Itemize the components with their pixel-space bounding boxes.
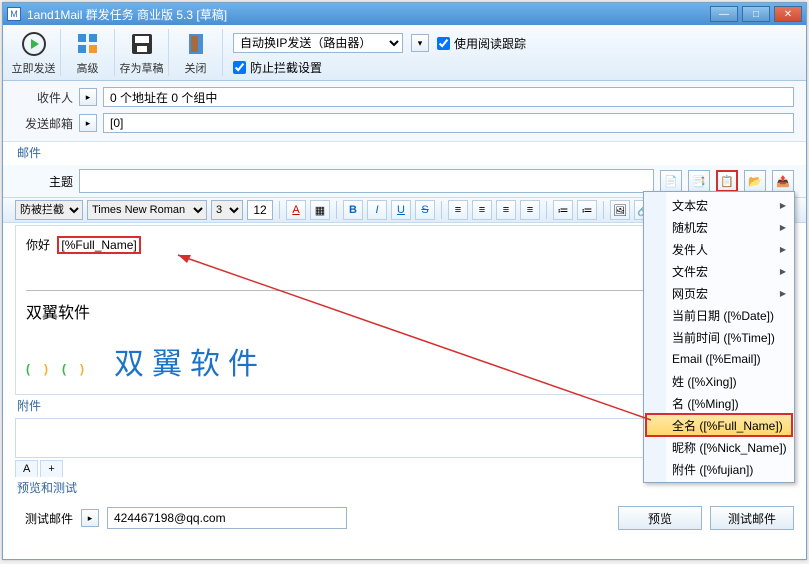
subject-input[interactable] bbox=[79, 169, 654, 193]
font-size-select[interactable]: 3 bbox=[211, 200, 243, 220]
close-window-button[interactable]: ✕ bbox=[774, 6, 802, 22]
test-email-input[interactable] bbox=[107, 507, 347, 529]
save-icon bbox=[128, 30, 156, 58]
ip-mode-expand-button[interactable]: ▾ bbox=[411, 34, 429, 52]
export-icon[interactable]: 📤 bbox=[772, 170, 794, 192]
subject-label: 主题 bbox=[15, 173, 73, 190]
menu-fullname[interactable]: 全名 ([%Full_Name]) bbox=[646, 414, 792, 436]
title-bar: M 1and1Mail 群发任务 商业版 5.3 [草稿] — □ ✕ bbox=[3, 3, 806, 25]
ip-mode-select[interactable]: 自动换IP发送（路由器） bbox=[233, 33, 403, 53]
italic-button[interactable]: I bbox=[367, 200, 387, 220]
highlight-button[interactable]: ▦ bbox=[310, 200, 330, 220]
recipient-expand-button[interactable]: ▸ bbox=[79, 88, 97, 106]
editor-macro-fullname: [%Full_Name] bbox=[57, 236, 140, 254]
grid-icon bbox=[74, 30, 102, 58]
send-now-label: 立即发送 bbox=[12, 60, 56, 76]
minimize-button[interactable]: — bbox=[710, 6, 738, 22]
menu-time[interactable]: 当前时间 ([%Time]) bbox=[646, 326, 792, 348]
svg-text:(: ( bbox=[62, 362, 66, 376]
menu-web-macro[interactable]: 网页宏 bbox=[646, 282, 792, 304]
sender-label: 发送邮箱 bbox=[15, 115, 73, 132]
list-ul-button[interactable]: ≔ bbox=[577, 200, 597, 220]
main-toolbar: 立即发送 高级 存为草稿 关闭 自动换IP发送（路由器） ▾ bbox=[3, 25, 806, 81]
font-select[interactable]: Times New Roman bbox=[87, 200, 207, 220]
bold-button[interactable]: B bbox=[343, 200, 363, 220]
window-title: 1and1Mail 群发任务 商业版 5.3 [草稿] bbox=[27, 6, 710, 23]
close-button[interactable]: 关闭 bbox=[169, 29, 223, 76]
insert-macro-button[interactable]: 📋 bbox=[716, 170, 738, 192]
menu-nick[interactable]: 昵称 ([%Nick_Name]) bbox=[646, 436, 792, 458]
advanced-button[interactable]: 高级 bbox=[61, 29, 115, 76]
block-intercept-label: 防止拦截设置 bbox=[250, 59, 322, 76]
mail-section-label: 邮件 bbox=[17, 144, 806, 161]
menu-text-macro[interactable]: 文本宏 bbox=[646, 194, 792, 216]
preview-button[interactable]: 预览 bbox=[618, 506, 702, 530]
copy-page-icon[interactable]: 📑 bbox=[688, 170, 710, 192]
folder-icon[interactable]: 📂 bbox=[744, 170, 766, 192]
tab-add[interactable]: + bbox=[40, 460, 62, 477]
menu-email[interactable]: Email ([%Email]) bbox=[646, 348, 792, 370]
image-button[interactable]: 🖼 bbox=[610, 200, 630, 220]
align-left-button[interactable]: ≡ bbox=[448, 200, 468, 220]
svg-text:): ) bbox=[44, 362, 48, 376]
menu-ming[interactable]: 名 ([%Ming]) bbox=[646, 392, 792, 414]
send-now-button[interactable]: 立即发送 bbox=[7, 29, 61, 76]
menu-xing[interactable]: 姓 ([%Xing]) bbox=[646, 370, 792, 392]
menu-date[interactable]: 当前日期 ([%Date]) bbox=[646, 304, 792, 326]
align-right-button[interactable]: ≡ bbox=[496, 200, 516, 220]
save-draft-button[interactable]: 存为草稿 bbox=[115, 29, 169, 76]
menu-sender[interactable]: 发件人 bbox=[646, 238, 792, 260]
advanced-label: 高级 bbox=[77, 60, 99, 76]
read-track-label: 使用阅读跟踪 bbox=[454, 35, 526, 52]
play-icon bbox=[20, 30, 48, 58]
list-ol-button[interactable]: ≔ bbox=[553, 200, 573, 220]
svg-text:): ) bbox=[80, 362, 84, 376]
test-expand-button[interactable]: ▸ bbox=[81, 509, 99, 527]
font-color-button[interactable]: A bbox=[286, 200, 306, 220]
underline-button[interactable]: U bbox=[391, 200, 411, 220]
send-test-button[interactable]: 测试邮件 bbox=[710, 506, 794, 530]
menu-file-macro[interactable]: 文件宏 bbox=[646, 260, 792, 282]
font-size-input[interactable] bbox=[247, 200, 273, 220]
block-intercept-checkbox[interactable]: 防止拦截设置 bbox=[233, 59, 322, 76]
maximize-button[interactable]: □ bbox=[742, 6, 770, 22]
strike-button[interactable]: S bbox=[415, 200, 435, 220]
align-center-button[interactable]: ≡ bbox=[472, 200, 492, 220]
svg-text:(: ( bbox=[26, 362, 30, 376]
recipient-label: 收件人 bbox=[15, 89, 73, 106]
block-intercept-input[interactable] bbox=[233, 61, 246, 74]
sender-expand-button[interactable]: ▸ bbox=[79, 114, 97, 132]
macro-context-menu: 文本宏 随机宏 发件人 文件宏 网页宏 当前日期 ([%Date]) 当前时间 … bbox=[643, 191, 795, 483]
test-label: 测试邮件 bbox=[15, 510, 73, 527]
menu-random-macro[interactable]: 随机宏 bbox=[646, 216, 792, 238]
menu-fujian[interactable]: 附件 ([%fujian]) bbox=[646, 458, 792, 480]
logo-text: 双翼软件 bbox=[114, 339, 266, 383]
recipient-field[interactable]: 0 个地址在 0 个组中 bbox=[103, 87, 794, 107]
antiblock-select[interactable]: 防被拦截 bbox=[15, 200, 83, 220]
sender-field[interactable]: [0] bbox=[103, 113, 794, 133]
new-page-icon[interactable]: 📄 bbox=[660, 170, 682, 192]
save-draft-label: 存为草稿 bbox=[120, 60, 164, 76]
read-track-checkbox[interactable]: 使用阅读跟踪 bbox=[437, 35, 526, 52]
close-label: 关闭 bbox=[185, 60, 207, 76]
logo-icon: () () bbox=[26, 335, 104, 386]
read-track-input[interactable] bbox=[437, 37, 450, 50]
door-icon bbox=[182, 30, 210, 58]
align-justify-button[interactable]: ≡ bbox=[520, 200, 540, 220]
editor-text-hello: 你好 bbox=[26, 236, 50, 253]
address-form: 收件人 ▸ 0 个地址在 0 个组中 发送邮箱 ▸ [0] bbox=[3, 81, 806, 142]
tab-a[interactable]: A bbox=[15, 460, 38, 477]
app-icon: M bbox=[7, 7, 21, 21]
